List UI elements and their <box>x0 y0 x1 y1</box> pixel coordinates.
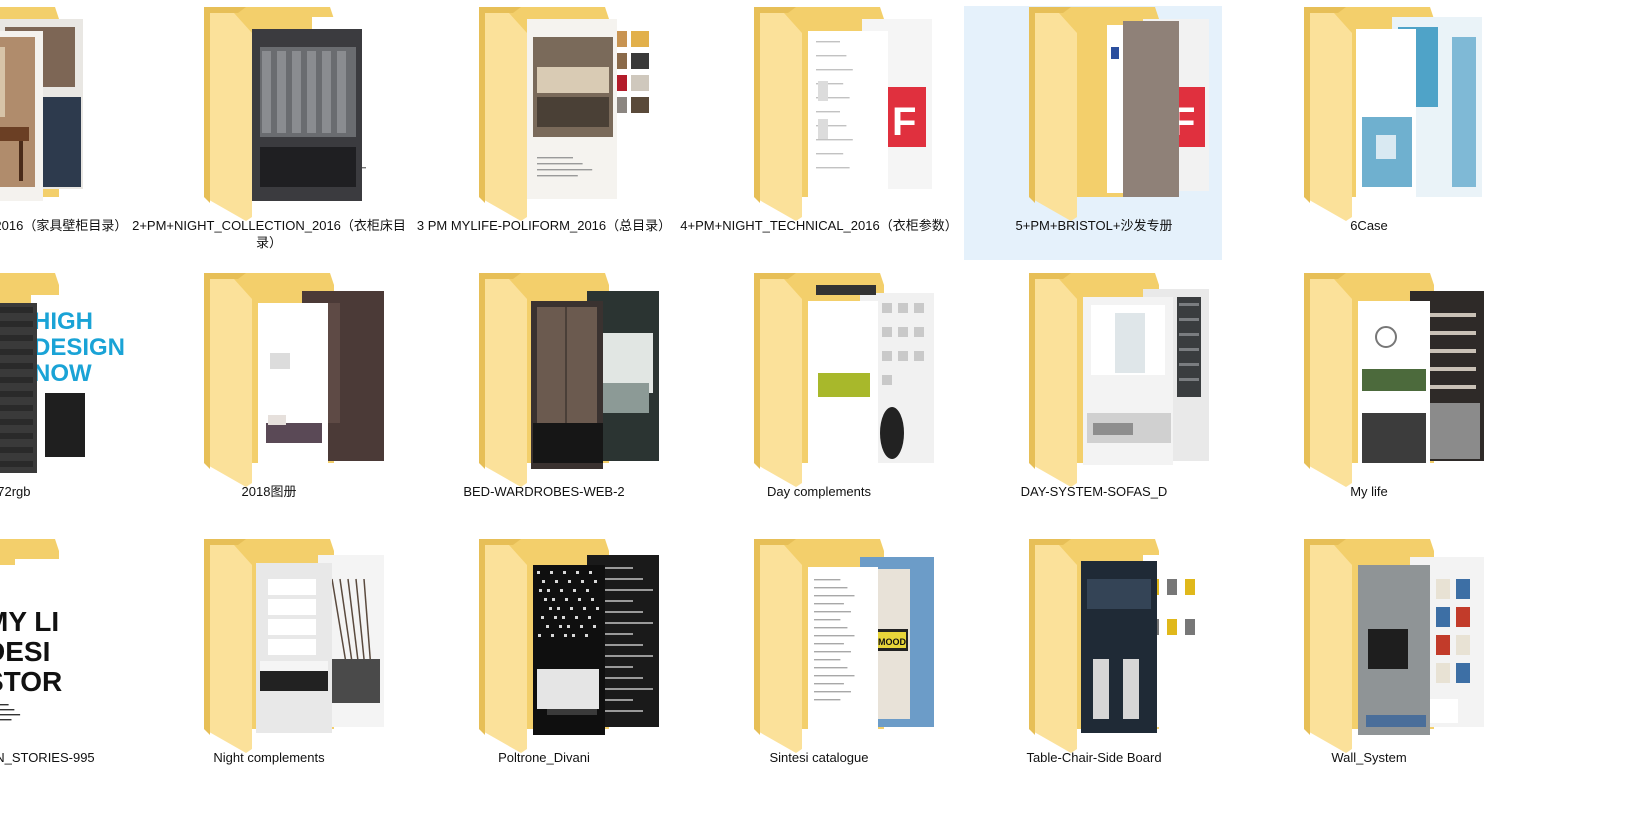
folder-front <box>1029 13 1077 221</box>
preview-page-front <box>808 31 888 201</box>
folder-name: 4+PM+NIGHT_TECHNICAL_2016（衣柜参数） <box>680 218 958 233</box>
folder-front <box>204 13 252 221</box>
folder-name: Wall_System <box>1331 750 1407 765</box>
folder-front <box>1304 545 1352 753</box>
folder-front <box>754 545 802 753</box>
folder-icon <box>1240 539 1498 753</box>
folder-name: MY_LIFE_DESIGN_STORIES-995 <box>0 750 95 765</box>
folder-front <box>1029 279 1077 487</box>
folder-front <box>1029 545 1077 753</box>
folder-front <box>1304 13 1352 221</box>
folder-item[interactable]: My life <box>1239 272 1497 526</box>
folder-front <box>754 13 802 221</box>
folder-front <box>1304 279 1352 487</box>
folder-icon <box>1240 273 1498 487</box>
folder-preview-chandelier-room <box>1358 291 1484 469</box>
folder-name: 6Case <box>1350 218 1388 233</box>
folder-front <box>479 545 527 753</box>
folder-name: 80mq_72rgb <box>0 484 31 499</box>
folder-preview-wall-shelves <box>1358 557 1484 735</box>
folder-front <box>479 279 527 487</box>
folder-name: 3 PM MYLIFE-POLIFORM_2016（总目录） <box>416 218 672 233</box>
folder-name: My life <box>1350 484 1388 499</box>
folder-icon <box>1240 7 1498 221</box>
folder-front <box>479 13 527 221</box>
folder-name: 2+PM+NIGHT_COLLECTION_2016（衣柜床目录） <box>132 218 406 250</box>
cover-headline: MY LI <box>0 606 59 637</box>
folder-preview-blue-interior <box>1356 17 1482 197</box>
preview-page-front <box>258 303 328 469</box>
folder-front <box>204 545 252 753</box>
folder-name: Table-Chair-Side Board <box>1026 750 1162 765</box>
folder-name: 5+PM+BRISTOL+沙发专册 <box>1015 218 1173 233</box>
folder-name: 2018图册 <box>241 484 297 499</box>
folder-name: Poltrone_Divani <box>498 750 590 765</box>
folder-name: l+DAY_COLLECTION_2016（家具壁柜目录） <box>0 218 128 233</box>
folder-front <box>754 279 802 487</box>
folder-name: Night complements <box>213 750 325 765</box>
folder-front <box>204 279 252 487</box>
folder-name: Day complements <box>766 484 872 499</box>
folder-item[interactable]: 6Case <box>1239 6 1497 260</box>
file-explorer-view: l+DAY_COLLECTION_2016（家具壁柜目录） 2+PM+NIGHT_… <box>0 0 1645 835</box>
folder-item[interactable]: Wall_System <box>1239 538 1497 792</box>
folder-name: Sintesi catalogue <box>769 750 869 765</box>
folder-name: BED-WARDROBES-WEB-2 <box>463 484 625 499</box>
cover-headline: STOR <box>0 666 62 697</box>
cover-headline: DESI <box>0 636 50 667</box>
folder-name: DAY-SYSTEM-SOFAS_D <box>1020 484 1168 499</box>
